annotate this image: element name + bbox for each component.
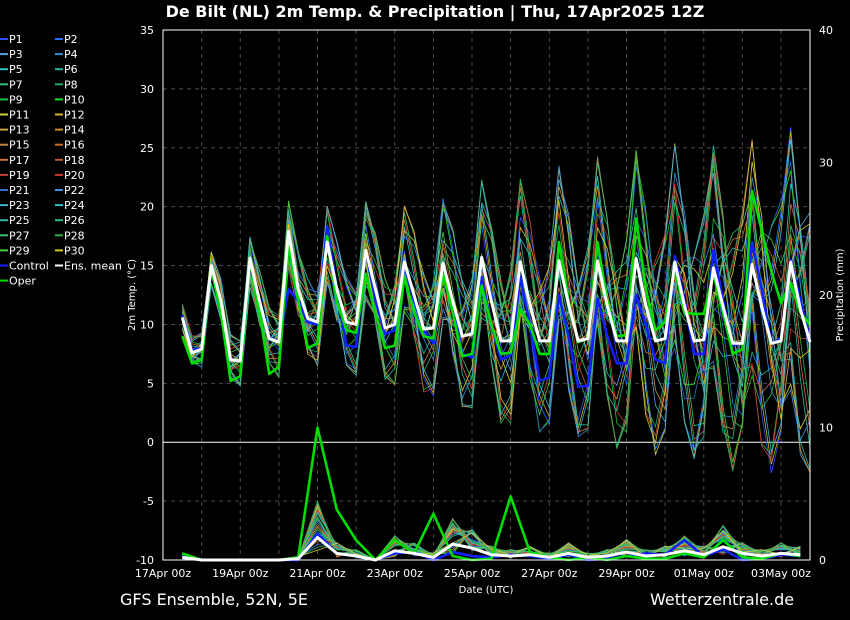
legend-label: P18 [64,154,85,167]
x-tick-label: 01May 00z [674,567,734,580]
legend-label: P1 [9,33,23,46]
y-tick-label: 25 [140,142,154,155]
y-tick-label: 15 [140,260,154,273]
legend-label: P9 [9,93,23,106]
y2-tick-label: 0 [819,554,826,567]
y-tick-label: 10 [140,318,154,331]
legend-label: P14 [64,124,85,137]
legend-label: P6 [64,63,78,76]
legend-label: P25 [9,214,30,227]
y-tick-label: 5 [147,377,154,390]
legend-label: P26 [64,214,85,227]
legend-label: P13 [9,124,30,137]
legend-label: P23 [9,199,30,212]
y-tick-label: 30 [140,83,154,96]
legend-label: P16 [64,139,85,152]
legend-label: P10 [64,93,85,106]
x-axis-ticks: 17Apr 00z 19Apr 00z 21Apr 00z 23Apr 00z 25Ap… [135,567,811,580]
y-tick-label: -10 [136,554,154,567]
y-tick-label: 0 [147,436,154,449]
y-tick-label: 35 [140,24,154,37]
legend-label: P22 [64,184,85,197]
legend-label: Ens. mean [64,260,122,273]
x-tick-label: 17Apr 00z [135,567,192,580]
y-tick-label: -5 [143,495,154,508]
x-tick-label: 25Apr 00z [444,567,501,580]
legend-label: P30 [64,244,85,257]
legend-label: P12 [64,109,85,122]
legend-label: P7 [9,78,23,91]
x-tick-label: 03May 00z [751,567,811,580]
legend-label: P24 [64,199,85,212]
x-tick-label: 23Apr 00z [367,567,424,580]
meteogram-chart: De Bilt (NL) 2m Temp. & Precipitation | … [0,0,850,620]
x-tick-label: 19Apr 00z [212,567,269,580]
y2-tick-label: 40 [819,24,833,37]
footer-source: GFS Ensemble, 52N, 5E [120,590,308,609]
y-tick-label: 20 [140,201,154,214]
y2-tick-label: 10 [819,422,833,435]
x-tick-label: 29Apr 00z [598,567,655,580]
legend-label: P29 [9,244,30,257]
footer-site: Wetterzentrale.de [650,590,794,609]
y2-tick-label: 30 [819,157,833,170]
legend-label: P20 [64,169,85,182]
legend-label: P15 [9,139,30,152]
legend-label: P19 [9,169,30,182]
y-axis-label: 2m Temp. (°C) [127,259,138,331]
legend-label: Oper [9,275,36,288]
legend-label: P11 [9,109,30,122]
legend-label: P27 [9,229,30,242]
legend-label: P3 [9,48,23,61]
legend-label: P4 [64,48,78,61]
y2-tick-label: 20 [819,289,833,302]
legend-label: P8 [64,78,78,91]
y2-axis-label: Precipitation (mm) [835,248,846,341]
legend-label: P28 [64,229,85,242]
x-axis-label: Date (UTC) [459,585,514,596]
legend-label: P21 [9,184,30,197]
legend-label: P17 [9,154,30,167]
legend-label: P2 [64,33,78,46]
x-tick-label: 27Apr 00z [521,567,578,580]
x-tick-label: 21Apr 00z [289,567,346,580]
chart-title: De Bilt (NL) 2m Temp. & Precipitation | … [166,2,705,22]
legend-label: P5 [9,63,23,76]
legend-label: Control [9,260,49,273]
